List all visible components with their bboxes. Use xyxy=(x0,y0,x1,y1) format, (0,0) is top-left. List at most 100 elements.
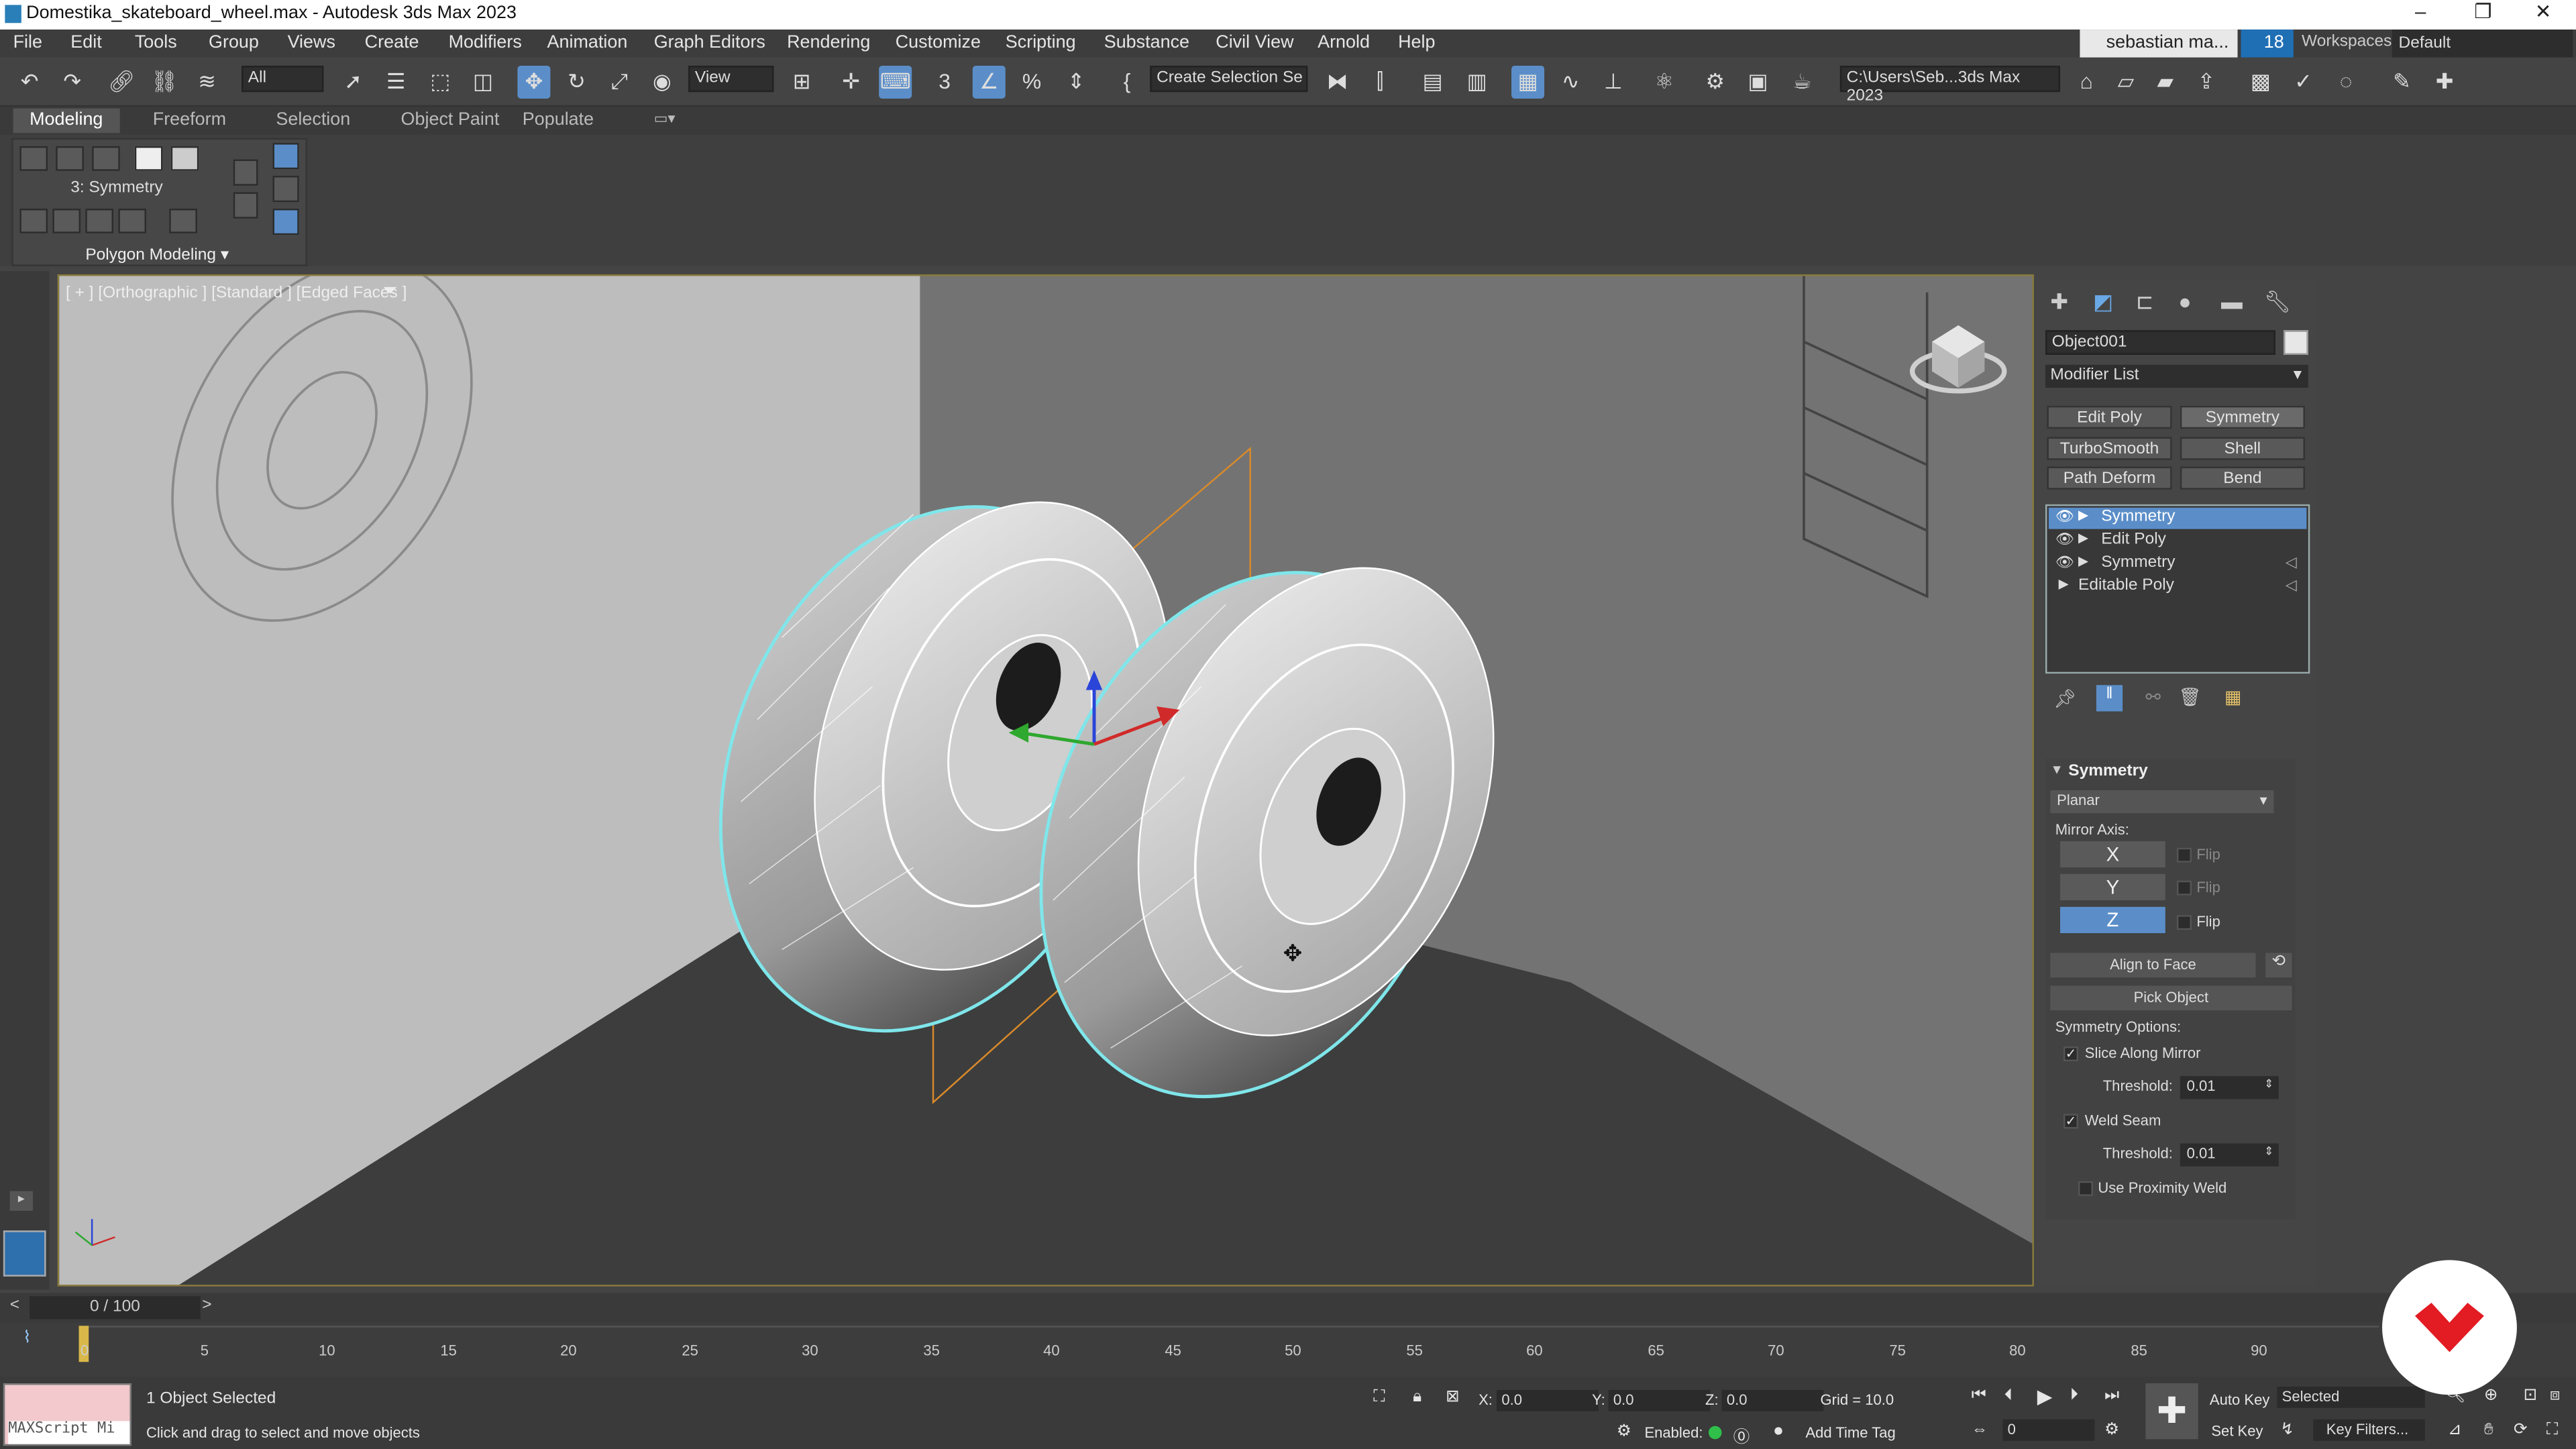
export-icon[interactable]: ⇪ xyxy=(2190,66,2223,99)
link-icon[interactable]: 🔗︎ xyxy=(105,66,138,99)
pivot-center-icon[interactable]: ⊞ xyxy=(786,66,818,99)
select-by-name-icon[interactable]: ☰ xyxy=(380,66,413,99)
expand-icon[interactable]: ▶ xyxy=(2078,508,2088,523)
keyboard-shortcut-icon[interactable]: ⌨ xyxy=(879,65,912,99)
object-name-field[interactable]: Object001 xyxy=(2045,330,2275,355)
axis-x-button[interactable]: X xyxy=(2060,841,2165,868)
ribbon-toggle-icon[interactable]: ▦ xyxy=(1511,65,1545,99)
curve-editor-icon[interactable]: ∿ xyxy=(1554,66,1587,99)
go-to-end-icon[interactable]: ⏭ xyxy=(2104,1387,2119,1405)
collapse-stack-icon[interactable] xyxy=(169,209,197,233)
enabled-indicator[interactable] xyxy=(1708,1426,1722,1440)
menu-customize[interactable]: Customize xyxy=(896,33,981,52)
element-mode-icon[interactable] xyxy=(170,146,199,171)
hierarchy-tab-icon[interactable]: ⊏ xyxy=(2136,289,2154,315)
selection-filter-dropdown[interactable]: All xyxy=(241,65,324,93)
redo-icon[interactable]: ↷ xyxy=(56,66,89,99)
turbosmooth-button[interactable]: TurboSmooth xyxy=(2047,437,2172,460)
menu-group[interactable]: Group xyxy=(209,33,259,52)
bend-button[interactable]: Bend xyxy=(2180,466,2305,490)
reference-coordinate-dropdown[interactable]: View xyxy=(688,65,774,93)
pan-icon[interactable]: ✋︎ xyxy=(2484,1421,2493,1439)
manipulate-icon[interactable]: ✛ xyxy=(835,66,867,99)
minimize-button[interactable]: – xyxy=(2415,0,2426,23)
menu-animation[interactable]: Animation xyxy=(547,33,628,52)
menu-file[interactable]: File xyxy=(13,33,42,52)
render-setup-icon[interactable]: ⚙ xyxy=(1699,66,1731,99)
menu-civil-view[interactable]: Civil View xyxy=(1216,33,1293,52)
render-production-icon[interactable]: ☕︎ xyxy=(1786,66,1819,99)
auto-key-button[interactable]: Auto Key xyxy=(2210,1391,2269,1407)
scale-icon[interactable]: ⤢ xyxy=(603,66,636,99)
named-selection-dropdown[interactable]: Create Selection Se xyxy=(1150,65,1308,93)
snaps-toggle-icon[interactable]: 3 xyxy=(928,66,961,99)
field-of-view-icon[interactable]: ⊿ xyxy=(2448,1421,2462,1439)
make-planar-icon[interactable] xyxy=(272,176,299,203)
spinner-arrows-icon[interactable]: ⇕ xyxy=(2264,1078,2273,1091)
undo-icon[interactable]: ↶ xyxy=(13,66,46,99)
z-coordinate-field[interactable]: 0.0 xyxy=(1721,1389,1824,1411)
layer-explorer-icon[interactable]: ▥ xyxy=(1460,66,1493,99)
unlink-icon[interactable]: ⛓︎ xyxy=(148,66,180,99)
time-config-icon[interactable]: ⓪ xyxy=(1733,1423,1750,1448)
create-tab-icon[interactable]: ✚ xyxy=(2050,289,2068,315)
viewport-layout-thumbnail[interactable] xyxy=(3,1230,46,1277)
set-key-big-icon[interactable]: ✚ xyxy=(2145,1383,2198,1440)
bind-spacewarp-icon[interactable]: ≋ xyxy=(191,66,223,99)
y-coordinate-field[interactable]: 0.0 xyxy=(1608,1389,1711,1411)
next-modifier-icon[interactable] xyxy=(85,209,113,233)
save-icon[interactable]: ▰ xyxy=(2149,66,2182,99)
selection-lock-icon[interactable]: 🔒︎ xyxy=(1413,1388,1421,1406)
mini-curve-editor-icon[interactable]: ⌇ xyxy=(23,1329,31,1347)
workspaces-dropdown[interactable]: Default xyxy=(2392,30,2573,58)
menu-edit[interactable]: Edit xyxy=(70,33,101,52)
add-time-tag-label[interactable]: Add Time Tag xyxy=(1805,1424,1895,1440)
stack-item-symmetry-bottom[interactable]: 👁︎ ▶ Symmetry ◁ xyxy=(2049,553,2306,575)
menu-create[interactable]: Create xyxy=(365,33,419,52)
percent-snap-icon[interactable]: % xyxy=(1015,66,1048,99)
previous-key-icon[interactable]: ⏴ xyxy=(2004,1387,2012,1405)
menu-views[interactable]: Views xyxy=(288,33,335,52)
prev-frame-icon[interactable]: < xyxy=(10,1296,19,1314)
make-unique-icon[interactable]: ⚯ xyxy=(2145,687,2161,708)
weld-seam-checkbox[interactable]: ✓ xyxy=(2063,1114,2078,1129)
object-color-swatch[interactable] xyxy=(2284,330,2308,355)
axis-y-button[interactable]: Y xyxy=(2060,873,2165,901)
align-icon[interactable]: ⫿ xyxy=(1364,66,1397,99)
window-crossing-icon[interactable]: ◫ xyxy=(467,66,500,99)
border-mode-icon[interactable] xyxy=(92,146,120,171)
modify-tab-icon[interactable]: ◩ xyxy=(2093,289,2113,315)
viewport-label[interactable]: [ + ] [Orthographic ] [Standard ] [Edged… xyxy=(66,284,407,303)
zoom-extents-icon[interactable]: ⊡ xyxy=(2524,1387,2538,1405)
play-icon[interactable]: ▶ xyxy=(2037,1385,2053,1408)
expand-icon[interactable]: ▶ xyxy=(2059,577,2069,592)
tab-freeform[interactable]: Freeform xyxy=(153,110,226,129)
expand-icon[interactable]: ▶ xyxy=(2078,553,2088,568)
next-key-icon[interactable]: ⏵ xyxy=(2070,1387,2078,1405)
maximize-viewport-icon[interactable]: ⛶ xyxy=(2546,1421,2558,1439)
show-end-result-toggle-icon[interactable]: ‖ xyxy=(2096,685,2123,712)
show-end-result-icon[interactable] xyxy=(118,209,146,233)
menu-graph-editors[interactable]: Graph Editors xyxy=(654,33,765,52)
previous-modifier-icon[interactable] xyxy=(52,209,81,233)
menu-modifiers[interactable]: Modifiers xyxy=(449,33,522,52)
tab-object-paint[interactable]: Object Paint xyxy=(401,110,500,129)
key-tangent-icon[interactable]: ↯ xyxy=(2280,1421,2294,1439)
preserve-uvs-icon[interactable] xyxy=(233,159,258,186)
menu-substance[interactable]: Substance xyxy=(1104,33,1189,52)
menu-arnold[interactable]: Arnold xyxy=(1318,33,1370,52)
select-object-icon[interactable]: ➚ xyxy=(337,66,370,99)
key-filters-button[interactable]: Key Filters... xyxy=(2313,1419,2425,1441)
material-editor-icon[interactable]: ⚛ xyxy=(1648,66,1680,99)
viewport-orthographic[interactable]: ✥ [ + ] [Orthographic ] [Standard ] [Edg… xyxy=(57,274,2034,1287)
modify-mode-icon[interactable] xyxy=(19,209,48,233)
x-coordinate-field[interactable]: 0.0 xyxy=(1497,1389,1599,1411)
slice-along-mirror-checkbox[interactable]: ✓ xyxy=(2063,1046,2078,1062)
project-path-dropdown[interactable]: C:\Users\Seb...3ds Max 2023 xyxy=(1839,65,2061,105)
show-cage-icon[interactable] xyxy=(272,209,299,235)
flip-z-checkbox[interactable] xyxy=(2176,915,2192,930)
maxscript-listener[interactable]: MAXScript Mi xyxy=(3,1383,131,1446)
eye-icon[interactable]: 👁︎ xyxy=(2055,553,2074,572)
symmetry-mode-dropdown[interactable]: Planar ▾ xyxy=(2050,790,2274,814)
collapse-rollout-icon[interactable]: ▼ xyxy=(2050,762,2063,777)
